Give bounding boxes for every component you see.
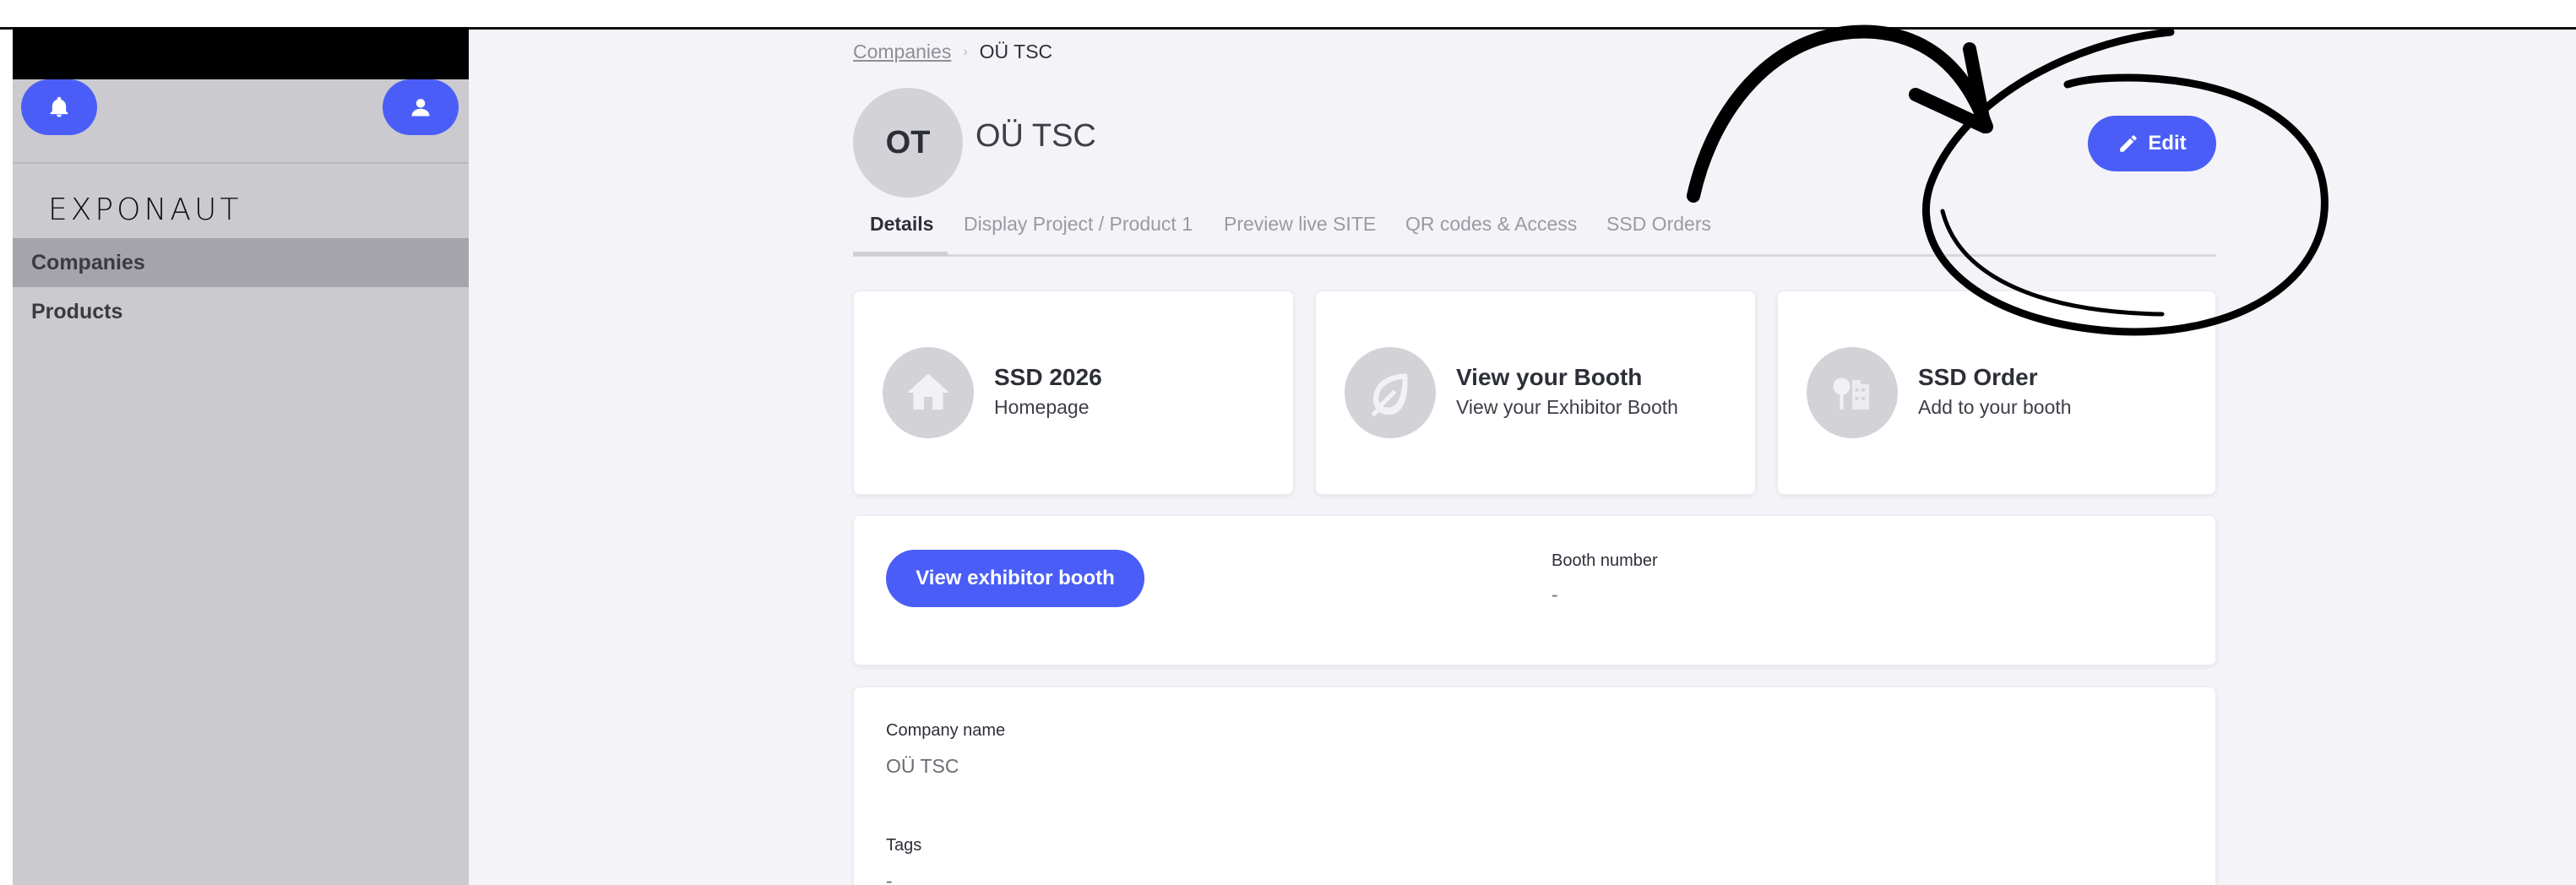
breadcrumb-current: OÜ TSC bbox=[979, 41, 1053, 62]
breadcrumb-separator-icon: › bbox=[963, 44, 968, 59]
sidebar-item-companies[interactable]: Companies bbox=[13, 238, 469, 287]
company-name-label: Company name bbox=[886, 721, 1006, 740]
profile-button[interactable] bbox=[383, 79, 459, 135]
leaf-icon bbox=[1345, 347, 1436, 438]
edit-button[interactable]: Edit bbox=[2088, 116, 2216, 171]
bell-icon bbox=[50, 96, 68, 117]
tab-ssd-orders[interactable]: SSD Orders bbox=[1606, 213, 1711, 236]
active-tab-indicator bbox=[853, 252, 948, 256]
user-icon bbox=[411, 99, 430, 117]
booth-number-label: Booth number bbox=[1552, 551, 1658, 570]
booth-number-value: - bbox=[1552, 584, 1558, 605]
company-name-value: OÜ TSC bbox=[886, 755, 959, 777]
sidebar-divider bbox=[13, 162, 469, 164]
tile-homepage[interactable]: SSD 2026 Homepage bbox=[853, 290, 1294, 495]
tile-subtitle: Add to your booth bbox=[1918, 396, 2072, 418]
tile-title: SSD 2026 bbox=[994, 364, 1102, 390]
page-title: OÜ TSC bbox=[976, 118, 1096, 154]
tile-view-booth[interactable]: View your Booth View your Exhibitor Boot… bbox=[1315, 290, 1756, 495]
tile-ssd-order[interactable]: SSD Order Add to your booth bbox=[1777, 290, 2216, 495]
house-icon bbox=[883, 347, 974, 438]
company-details-card: Company name OÜ TSC Tags - bbox=[853, 687, 2216, 885]
tags-value: - bbox=[886, 870, 893, 885]
tab-details[interactable]: Details bbox=[870, 213, 933, 236]
edit-button-label: Edit bbox=[2148, 132, 2187, 155]
sidebar-header-bar bbox=[13, 27, 469, 79]
booth-card: View exhibitor booth Booth number - bbox=[853, 515, 2216, 665]
tile-title: SSD Order bbox=[1918, 364, 2038, 390]
tab-preview-live-site[interactable]: Preview live SITE bbox=[1224, 213, 1376, 236]
sidebar-item-products[interactable]: Products bbox=[13, 287, 469, 336]
tab-bar: Details Display Project / Product 1 Prev… bbox=[853, 208, 2216, 257]
tree-building-icon bbox=[1807, 347, 1898, 438]
tab-display-project[interactable]: Display Project / Product 1 bbox=[964, 213, 1193, 236]
tab-qr-codes-access[interactable]: QR codes & Access bbox=[1405, 213, 1577, 236]
exponaut-logo[interactable]: EXPONAUT bbox=[48, 193, 242, 227]
company-avatar: OT bbox=[853, 88, 963, 198]
tags-label: Tags bbox=[886, 836, 922, 855]
tile-subtitle: Homepage bbox=[994, 396, 1090, 418]
notifications-button[interactable] bbox=[21, 79, 97, 135]
breadcrumb-companies-link[interactable]: Companies bbox=[853, 41, 951, 63]
tile-subtitle: View your Exhibitor Booth bbox=[1456, 396, 1678, 418]
tile-title: View your Booth bbox=[1456, 364, 1643, 390]
view-exhibitor-booth-button[interactable]: View exhibitor booth bbox=[886, 550, 1144, 607]
sidebar: EXPONAUT Companies Products bbox=[13, 27, 469, 885]
pencil-icon bbox=[2120, 135, 2138, 152]
breadcrumb: Companies › OÜ TSC bbox=[853, 41, 1052, 63]
